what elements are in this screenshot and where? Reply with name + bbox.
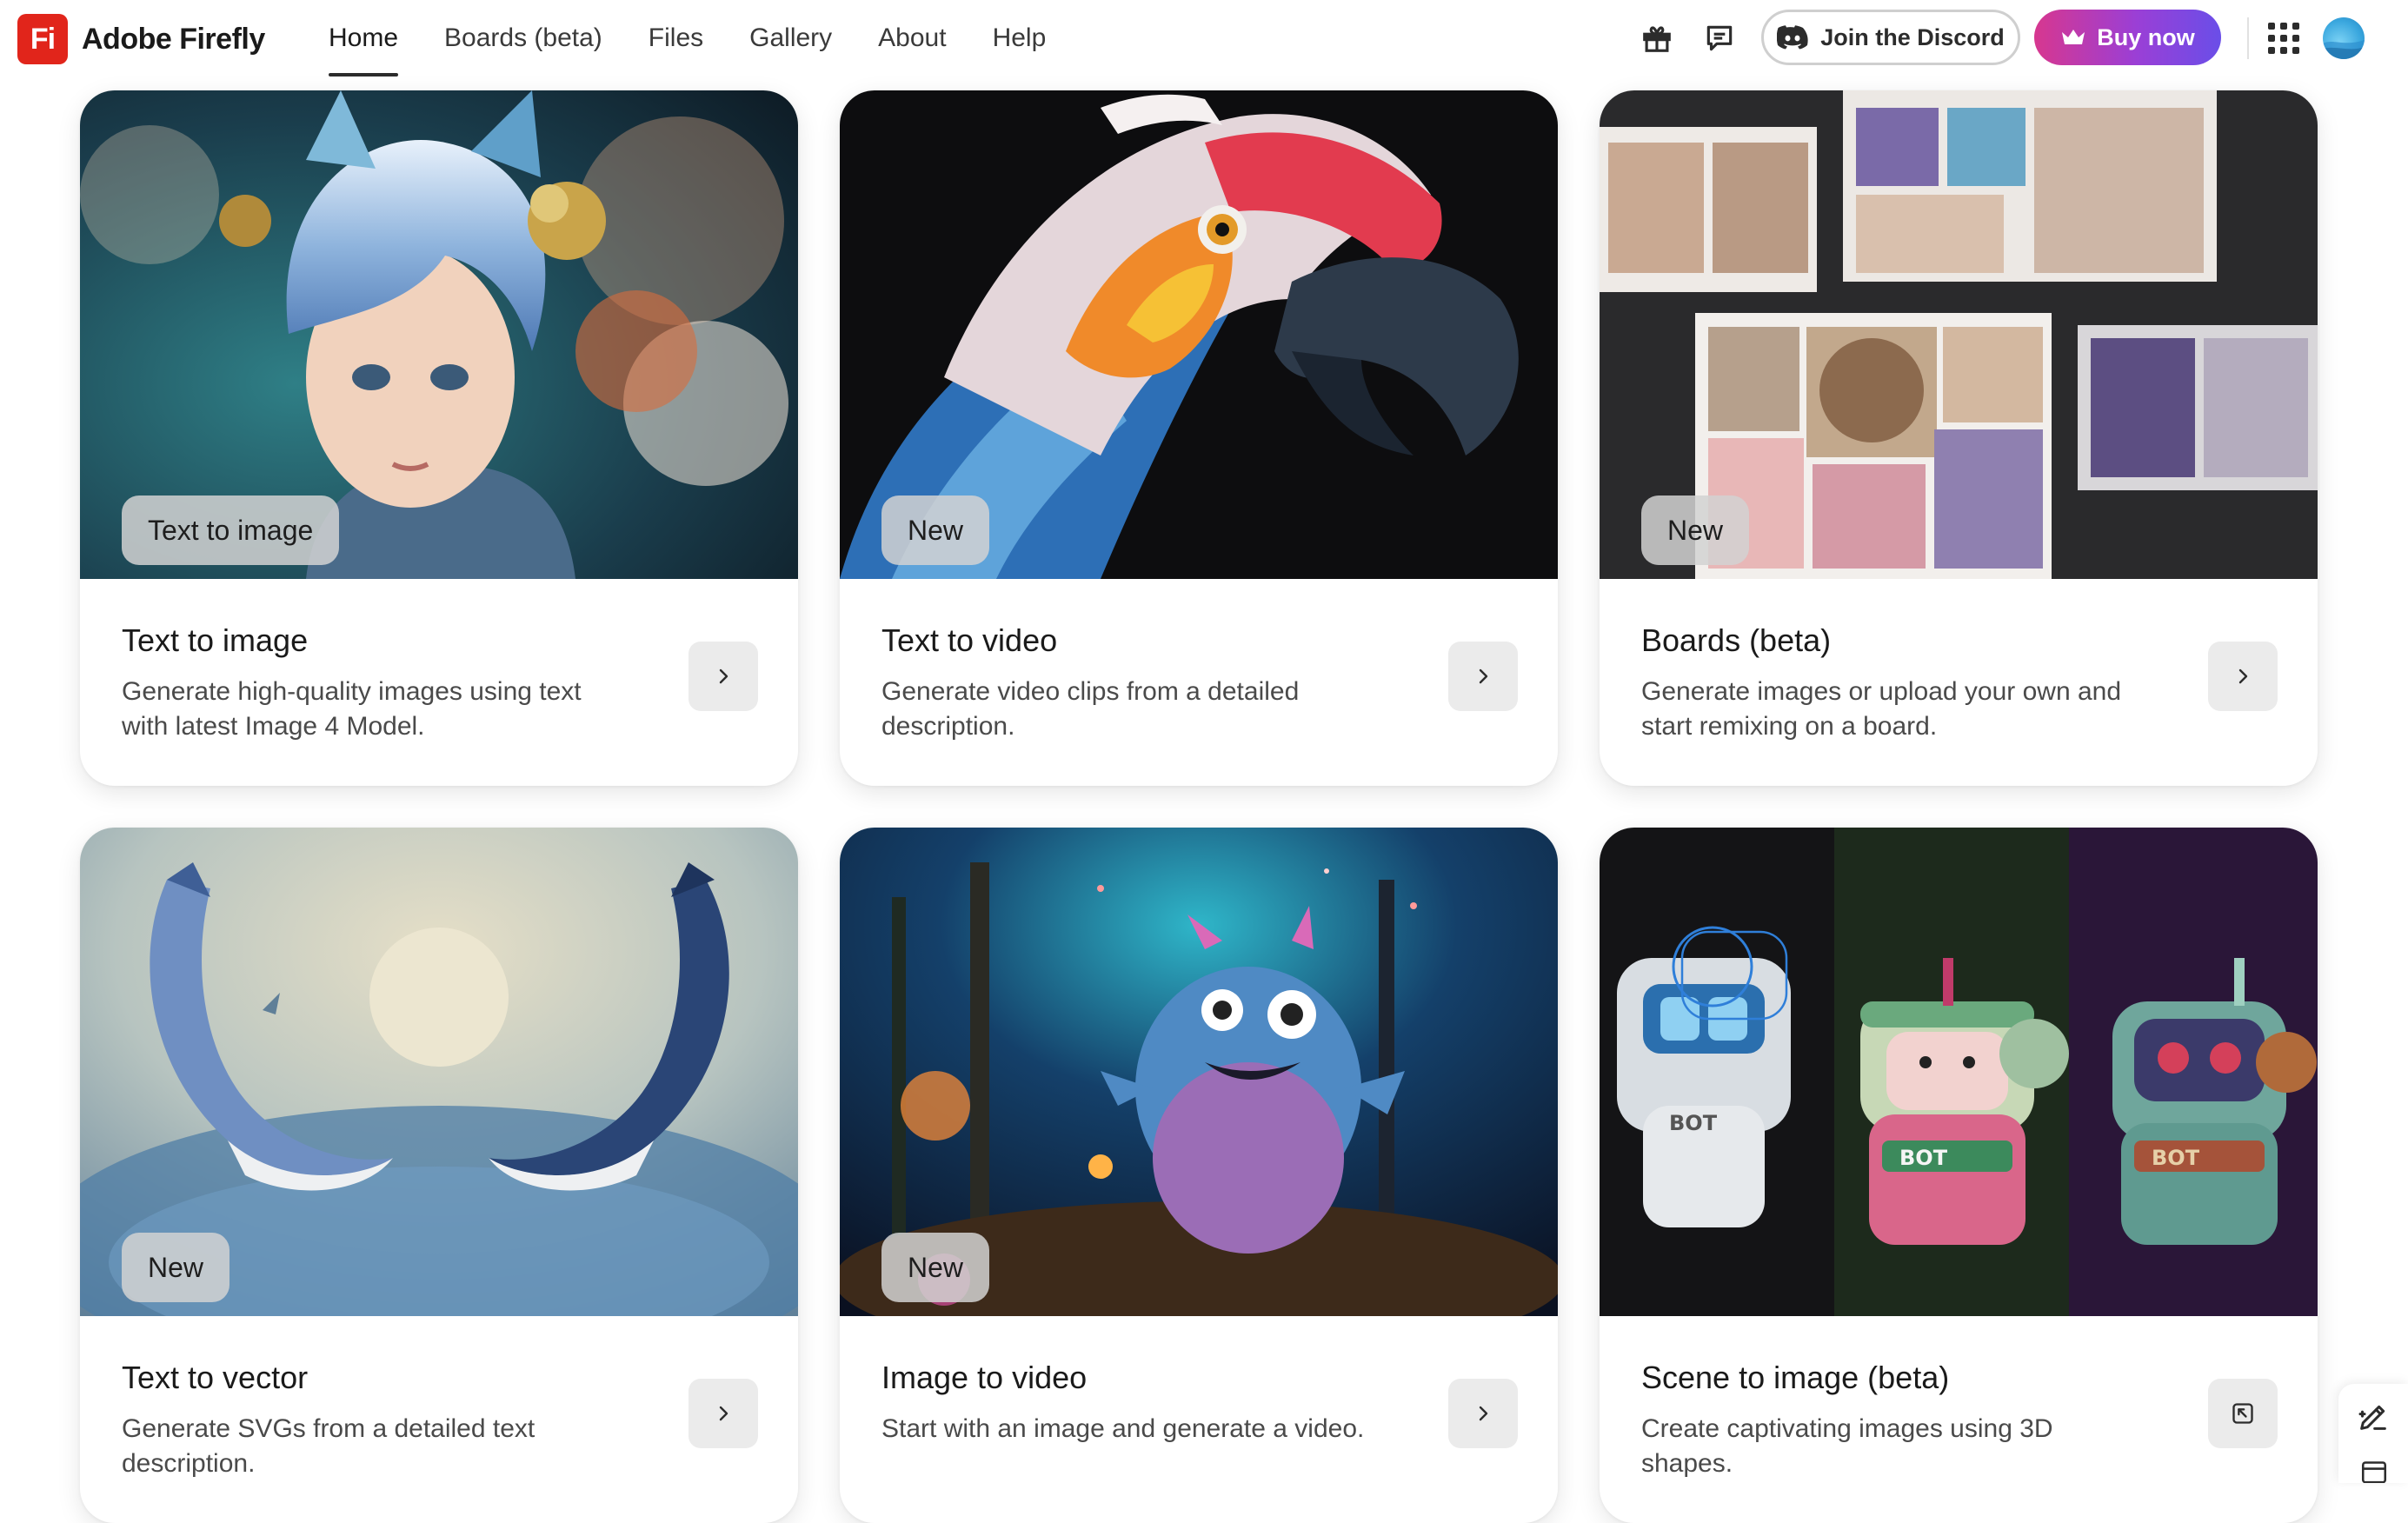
- discord-label: Join the Discord: [1820, 23, 2005, 50]
- card-description: Create captivating images using 3D shape…: [1641, 1414, 2053, 1478]
- chevron-right-icon: [1479, 1406, 1488, 1421]
- open-scene-to-image-button[interactable]: [2208, 1379, 2278, 1448]
- chevron-right-icon: [719, 1406, 728, 1421]
- join-discord-button[interactable]: Join the Discord: [1761, 10, 2020, 65]
- card-badge: New: [1641, 495, 1750, 565]
- open-text-to-video-button[interactable]: [1448, 642, 1518, 711]
- nav-item-gallery[interactable]: Gallery: [749, 0, 832, 76]
- feature-card-scene-to-image[interactable]: BOT BOT BOT Scene to image (beta) Create…: [1600, 828, 2318, 1523]
- nav-item-files[interactable]: Files: [649, 0, 703, 76]
- card-title: Text to vector: [122, 1360, 309, 1395]
- feature-card-image-to-video[interactable]: New Image to video Start with an image a…: [840, 828, 1558, 1523]
- open-external-icon: [2232, 1403, 2253, 1424]
- svg-text:BOT: BOT: [1669, 1111, 1718, 1135]
- svg-text:BOT: BOT: [1899, 1146, 1948, 1170]
- open-image-to-video-button[interactable]: [1448, 1379, 1518, 1448]
- buy-now-button[interactable]: Buy now: [2034, 10, 2221, 65]
- card-description: Start with an image and generate a video…: [881, 1414, 1365, 1443]
- nav-item-boards[interactable]: Boards (beta): [444, 0, 602, 76]
- chevron-right-icon: [719, 668, 728, 684]
- brand-name: Adobe Firefly: [82, 22, 265, 56]
- nav-item-about[interactable]: About: [878, 0, 946, 76]
- open-boards-button[interactable]: [2208, 642, 2278, 711]
- card-badge: Text to image: [122, 495, 340, 565]
- card-title: Image to video: [881, 1360, 1088, 1395]
- feature-card-text-to-vector[interactable]: New Text to vector Generate SVGs from a …: [80, 828, 798, 1523]
- card-badge: New: [881, 495, 990, 565]
- crown-icon: [2062, 30, 2085, 44]
- edit-sparkle-icon[interactable]: [2356, 1400, 2391, 1439]
- buy-now-label: Buy now: [2097, 23, 2195, 50]
- feature-card-text-to-video[interactable]: New Text to video Generate video clips f…: [840, 90, 1558, 786]
- app-grid-icon[interactable]: [2264, 19, 2302, 57]
- brand-logo[interactable]: Fi Adobe Firefly: [17, 14, 265, 64]
- card-title: Text to image: [122, 622, 309, 658]
- card-title: Text to video: [881, 622, 1058, 658]
- card-image-robots: BOT BOT BOT: [1600, 828, 2318, 1316]
- discord-icon: [1777, 25, 1808, 50]
- main-nav: Home Boards (beta) Files Gallery About H…: [329, 0, 1092, 76]
- nav-item-help[interactable]: Help: [993, 0, 1047, 76]
- card-description: Generate SVGs from a detailed text descr…: [122, 1414, 535, 1478]
- open-text-to-vector-button[interactable]: [688, 1379, 758, 1448]
- firefly-logo-icon: Fi: [17, 14, 68, 64]
- nav-item-home[interactable]: Home: [329, 0, 399, 76]
- chevron-right-icon: [1479, 668, 1488, 684]
- floating-tool-panel: [2338, 1384, 2408, 1484]
- card-description: Generate video clips from a detailed des…: [881, 677, 1300, 741]
- card-badge: New: [881, 1233, 990, 1302]
- chat-bubble-icon[interactable]: [1700, 19, 1739, 57]
- card-title: Scene to image (beta): [1641, 1360, 1950, 1395]
- svg-text:BOT: BOT: [2152, 1146, 2200, 1170]
- header-divider: [2247, 17, 2249, 59]
- card-badge: New: [122, 1233, 230, 1302]
- feature-card-boards[interactable]: New Boards (beta) Generate images or upl…: [1600, 90, 2318, 786]
- card-title: Boards (beta): [1641, 622, 1832, 658]
- top-header: Fi Adobe Firefly Home Boards (beta) File…: [0, 0, 2408, 76]
- card-description: Generate images or upload your own and s…: [1641, 677, 2122, 741]
- open-text-to-image-button[interactable]: [688, 642, 758, 711]
- chevron-right-icon: [2238, 668, 2248, 684]
- user-avatar[interactable]: [2323, 17, 2365, 59]
- feature-card-text-to-image[interactable]: Text to image Text to image Generate hig…: [80, 90, 798, 786]
- gift-icon[interactable]: [1638, 19, 1676, 57]
- card-description: Generate high-quality images using text …: [122, 677, 582, 741]
